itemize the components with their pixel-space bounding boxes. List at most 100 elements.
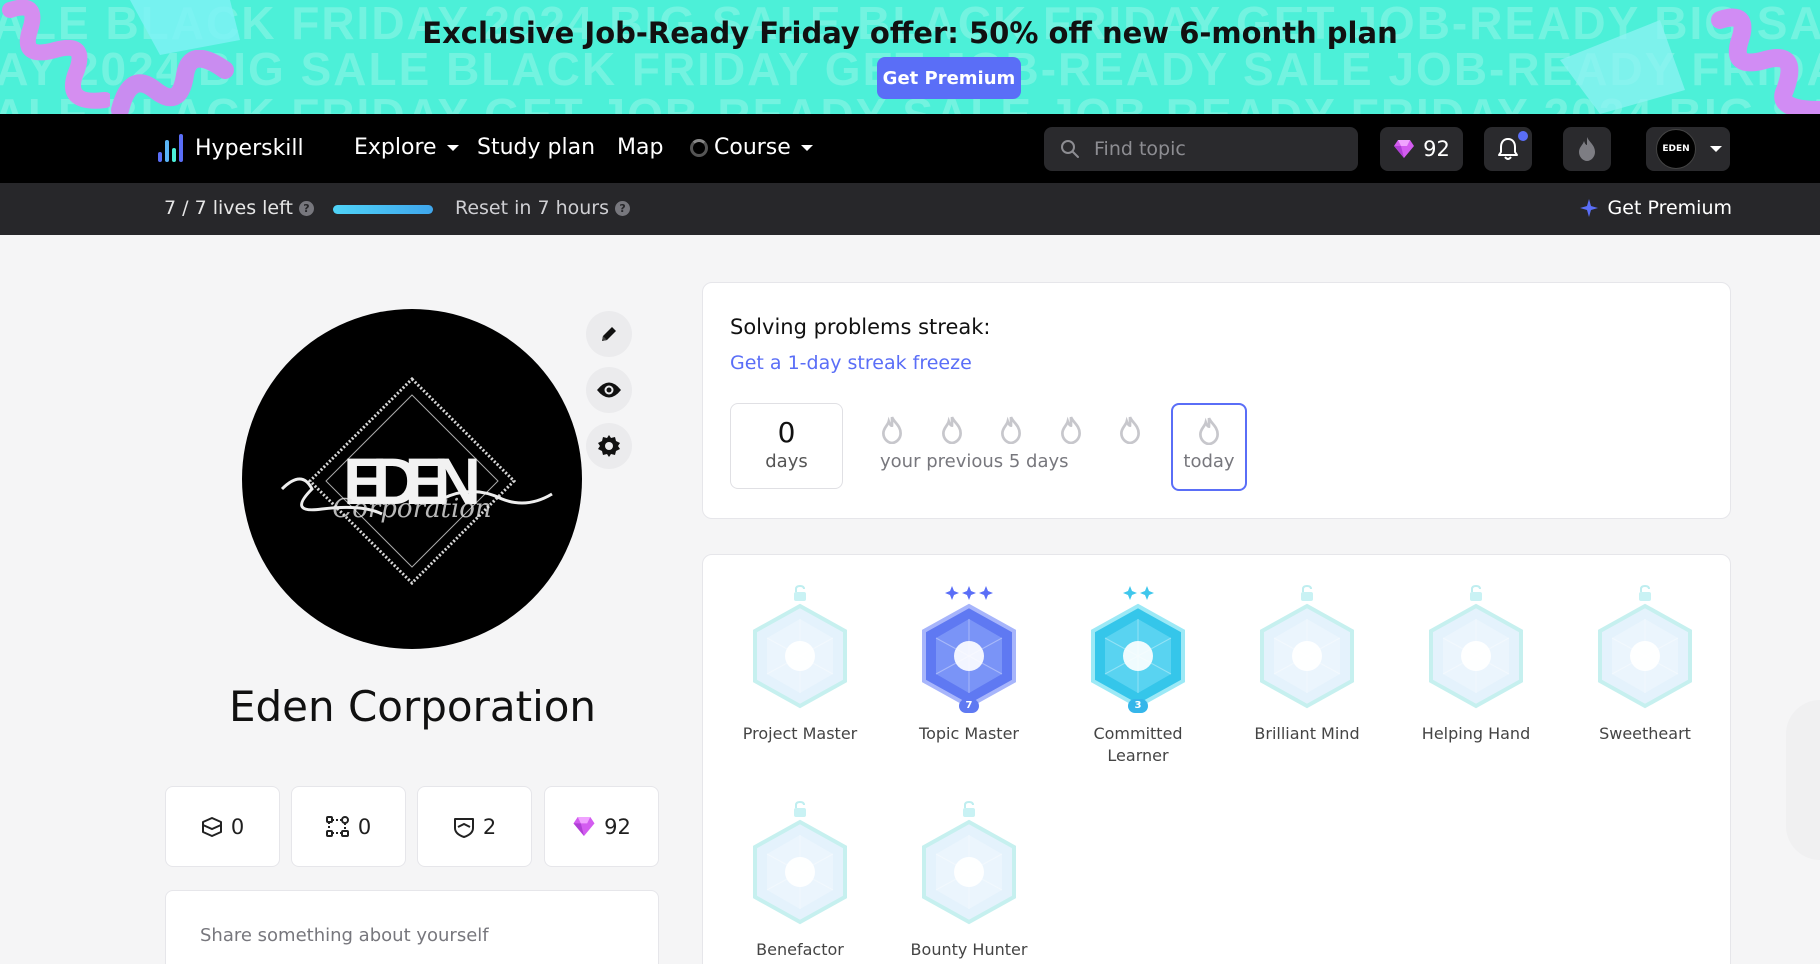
- profile-visibility-button[interactable]: [586, 367, 632, 413]
- badges-icon: [453, 817, 474, 838]
- today-label: today: [1183, 451, 1235, 472]
- nav-course[interactable]: Course: [690, 135, 813, 160]
- badge-sweetheart[interactable]: Sweetheart: [1560, 583, 1730, 745]
- chevron-down-icon: [800, 144, 813, 151]
- gems-stat[interactable]: 92: [544, 786, 659, 867]
- badge-label: Sweetheart: [1599, 724, 1691, 743]
- promo-get-premium-button[interactable]: Get Premium: [877, 57, 1021, 99]
- user-menu[interactable]: EDEN: [1646, 127, 1730, 171]
- chevron-down-icon: [1710, 146, 1722, 152]
- nav-study-plan-label: Study plan: [477, 135, 596, 160]
- gear-icon: [598, 435, 620, 457]
- brand-name: Hyperskill: [195, 135, 304, 161]
- top-navigation: Hyperskill Explore Study plan Map Course…: [0, 114, 1820, 183]
- nav-map-label: Map: [617, 135, 664, 160]
- lock-icon: [1222, 583, 1392, 603]
- lives-text: 7 / 7 lives left: [164, 197, 293, 219]
- badge-hexagon-icon: 3: [1088, 603, 1188, 713]
- badge-label: Topic Master: [919, 724, 1019, 743]
- notifications-button[interactable]: [1484, 127, 1532, 171]
- nav-course-label: Course: [714, 135, 791, 160]
- badge-level: 3: [1128, 699, 1148, 713]
- reset-info: Reset in 7 hours ?: [455, 197, 631, 219]
- course-progress-icon: [690, 138, 708, 157]
- badge-brilliant-mind[interactable]: Brilliant Mind: [1222, 583, 1392, 745]
- search-box[interactable]: [1044, 127, 1358, 171]
- search-input[interactable]: [1094, 138, 1334, 160]
- badge-label: Project Master: [742, 724, 858, 743]
- badge-hexagon-icon: [1426, 603, 1526, 709]
- streak-freeze-link[interactable]: Get a 1-day streak freeze: [730, 352, 972, 374]
- badge-topic-master[interactable]: 7 Topic Master: [884, 583, 1054, 745]
- streak-title: Solving problems streak:: [730, 315, 991, 339]
- gems-count: 92: [1423, 137, 1450, 161]
- brand-logo[interactable]: Hyperskill: [158, 134, 304, 162]
- avatar: EDEN: [1656, 129, 1696, 169]
- badges-card: Project Master 7 Topic Master 3 Committed Le…: [702, 554, 1731, 964]
- flame-icon: [941, 416, 962, 444]
- streak-days-value: 0: [777, 416, 796, 449]
- badge-committed-learner[interactable]: 3 Committed Learner: [1053, 583, 1223, 767]
- nav-map[interactable]: Map: [617, 135, 663, 160]
- profile-avatar: EDEN Corporation: [242, 309, 582, 649]
- profile-settings-button[interactable]: [586, 423, 632, 469]
- search-icon: [1061, 140, 1079, 158]
- sparkle-icon: [1579, 199, 1598, 217]
- help-icon[interactable]: ?: [298, 200, 314, 216]
- promo-banner: SALE BLACK FRIDAY 2024 BIG SALE BLACK FR…: [0, 0, 1820, 114]
- lock-icon: [715, 583, 885, 603]
- badge-hexagon-icon: [1595, 603, 1695, 709]
- gems-count: 92: [604, 814, 631, 839]
- hyperskill-logo-icon: [158, 134, 183, 162]
- reset-text: Reset in 7 hours: [455, 197, 610, 219]
- pencil-icon: [602, 327, 616, 341]
- flame-icon: [1579, 137, 1595, 161]
- badge-hexagon-icon: [750, 819, 850, 925]
- lock-icon: [1391, 583, 1561, 603]
- previous-days-label: your previous 5 days: [880, 451, 1069, 472]
- badge-benefactor[interactable]: Benefactor: [715, 799, 885, 961]
- streak-button[interactable]: [1563, 127, 1611, 171]
- svg-text:Corporation: Corporation: [332, 494, 491, 524]
- topics-icon: [325, 815, 349, 837]
- badge-hexagon-icon: 7: [919, 603, 1019, 713]
- help-icon[interactable]: ?: [615, 200, 631, 216]
- eden-corporation-logo: EDEN Corporation: [280, 376, 553, 586]
- edit-profile-button[interactable]: [586, 311, 632, 357]
- badge-helping-hand[interactable]: Helping Hand: [1391, 583, 1561, 745]
- notification-dot: [1518, 131, 1528, 141]
- chevron-down-icon: [446, 144, 459, 151]
- lock-icon: [884, 799, 1054, 819]
- nav-explore[interactable]: Explore: [354, 135, 459, 160]
- badge-label: Bounty Hunter: [910, 940, 1028, 959]
- badge-label: Brilliant Mind: [1254, 724, 1360, 743]
- badges-count: 2: [482, 814, 497, 839]
- topics-stat[interactable]: 0: [291, 786, 406, 867]
- lives-bar: 7 / 7 lives left ? Reset in 7 hours ? Ge…: [0, 183, 1820, 235]
- badge-label: Committed Learner: [1093, 724, 1183, 765]
- badges-stat[interactable]: 2: [417, 786, 532, 867]
- get-premium-link[interactable]: Get Premium: [1579, 197, 1732, 219]
- gems-counter[interactable]: 92: [1380, 127, 1463, 171]
- about-card[interactable]: Share something about yourself: [165, 890, 659, 964]
- badge-label: Benefactor: [756, 940, 844, 959]
- badge-hexagon-icon: [1257, 603, 1357, 709]
- previous-days-flames: [880, 416, 1142, 444]
- lives-progress-bar: [333, 205, 433, 214]
- promo-title: Exclusive Job-Ready Friday offer: 50% of…: [422, 16, 1398, 50]
- nav-study-plan[interactable]: Study plan: [477, 135, 595, 160]
- badge-level: 7: [959, 699, 979, 713]
- badge-bounty-hunter[interactable]: Bounty Hunter: [884, 799, 1054, 961]
- badge-project-master[interactable]: Project Master: [715, 583, 885, 745]
- scroll-edge-decoration: [1786, 700, 1820, 860]
- projects-icon: [201, 816, 222, 837]
- badge-hexagon-icon: [750, 603, 850, 709]
- eye-icon: [597, 382, 621, 398]
- badge-label: Helping Hand: [1421, 724, 1531, 743]
- lock-icon: [715, 799, 885, 819]
- get-premium-label: Get Premium: [1607, 197, 1732, 219]
- today-box: today: [1171, 403, 1247, 491]
- about-placeholder: Share something about yourself: [200, 925, 489, 946]
- flame-icon: [1120, 416, 1140, 444]
- projects-stat[interactable]: 0: [165, 786, 280, 867]
